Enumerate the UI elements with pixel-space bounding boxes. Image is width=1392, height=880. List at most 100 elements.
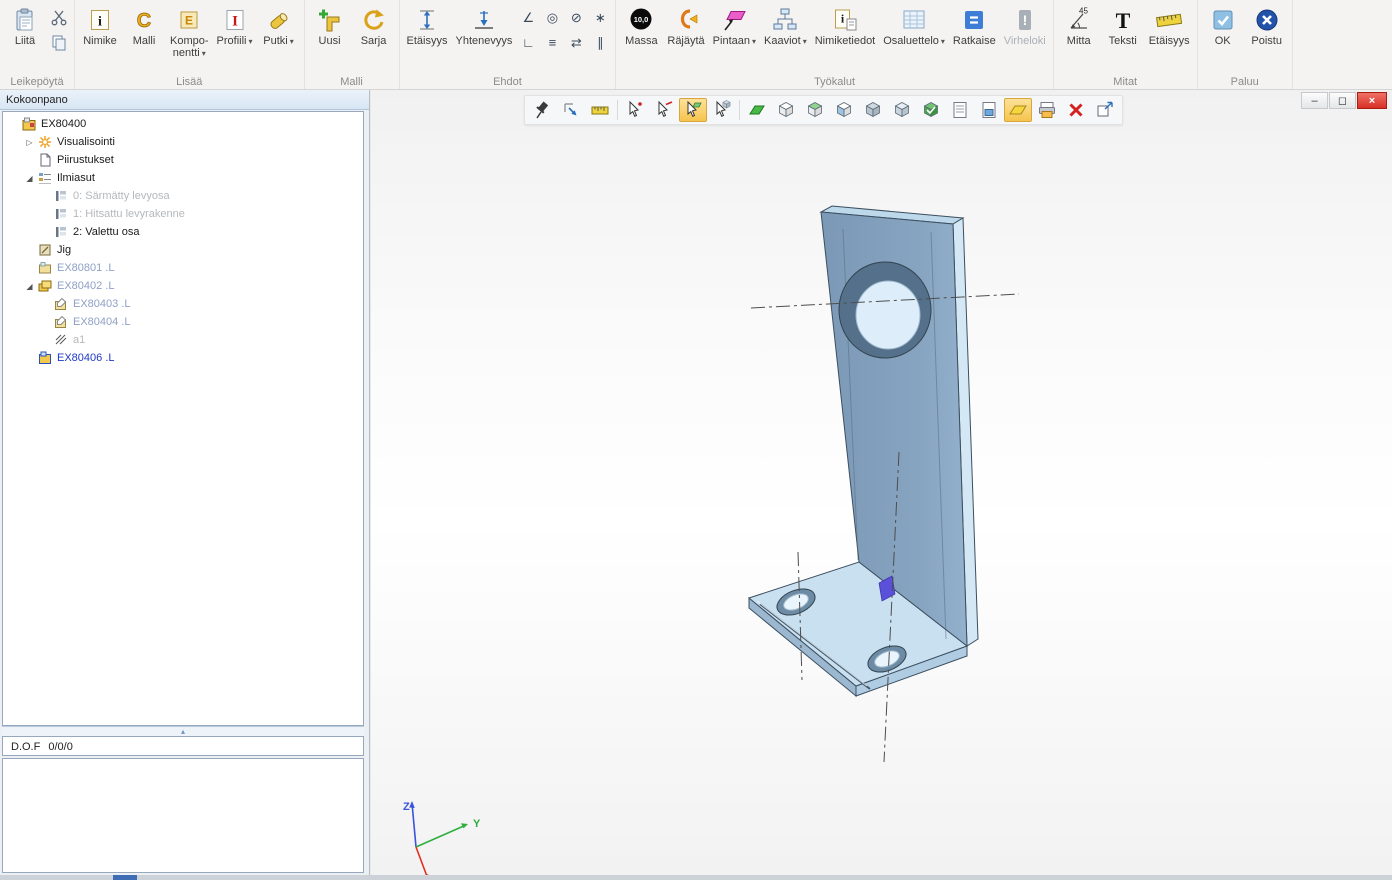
close-icon: × — [1369, 95, 1375, 107]
komponentti-button[interactable]: EKompo-nentti▾ — [166, 4, 213, 62]
show-shaded-button[interactable] — [830, 98, 858, 122]
virheloki-button[interactable]: !Virheloki — [1000, 4, 1050, 49]
mitta-button[interactable]: 45Mitta — [1057, 4, 1101, 49]
tree-item-label: 2: Valettu osa — [73, 226, 139, 238]
show-hidden-lines-button[interactable] — [801, 98, 829, 122]
tangent-constraint-button[interactable]: ⊘ — [565, 6, 587, 28]
nimike-button[interactable]: iNimike — [78, 4, 122, 49]
show-shaded-edges-button[interactable] — [859, 98, 887, 122]
tree-item-a1[interactable]: a1 — [3, 331, 363, 349]
ribbon-group-ehdot: EtäisyysYhtenevyys∠∟◎≡⊘⇄∗∥Ehdot — [400, 0, 617, 89]
svg-text:i: i — [98, 14, 102, 29]
drawing-list-button[interactable] — [946, 98, 974, 122]
tree-item-0-sarmatty-levyosa[interactable]: 0: Särmätty levyosa — [3, 187, 363, 205]
etaisyys-mitta-button[interactable]: Etäisyys — [1145, 4, 1194, 49]
clear-selection-button[interactable] — [1062, 98, 1090, 122]
tree-item-jig[interactable]: Jig — [3, 241, 363, 259]
drawing-export-button[interactable] — [975, 98, 1003, 122]
yhtenevyys-button[interactable]: Yhtenevyys — [452, 4, 517, 49]
pin-button[interactable] — [528, 98, 556, 122]
select-edge-button[interactable] — [650, 98, 678, 122]
putki-button[interactable]: Putki▾ — [257, 4, 301, 50]
error-log-icon: ! — [1012, 6, 1038, 33]
zoom-to-selection-button[interactable] — [557, 98, 585, 122]
expander-collapsed-icon[interactable]: ▷ — [23, 138, 36, 147]
viewport[interactable]: – ◻ × — [371, 90, 1392, 875]
sarja-button[interactable]: Sarja — [352, 4, 396, 49]
etaisyys-ehto-button[interactable]: Etäisyys — [403, 4, 452, 49]
print-preview-button[interactable] — [1033, 98, 1061, 122]
dropdown-arrow-icon: ▾ — [249, 37, 253, 46]
concentric-constraint-button[interactable]: ◎ — [541, 6, 563, 28]
close-button[interactable]: × — [1357, 92, 1387, 109]
tree-item-ex80406-l[interactable]: EX80406 .L — [3, 349, 363, 367]
measure-distance-button[interactable] — [586, 98, 614, 122]
pintaan-button[interactable]: Pintaan▾ — [709, 4, 760, 50]
osaluettelo-button[interactable]: Osaluettelo▾ — [879, 4, 949, 50]
show-wireframe-button[interactable] — [772, 98, 800, 122]
tree-item-ex80403-l[interactable]: EX80403 .L — [3, 295, 363, 313]
expander-expanded-icon[interactable]: ◢ — [23, 174, 36, 183]
tree-item-ex80801-l[interactable]: EX80801 .L — [3, 259, 363, 277]
ratkaise-button[interactable]: Ratkaise — [949, 4, 1000, 49]
check-model-button[interactable] — [917, 98, 945, 122]
select-point-button[interactable] — [621, 98, 649, 122]
distance-constraint-icon — [414, 6, 440, 33]
ribbon-group-lisaa: iNimikeCMalliEKompo-nentti▾IProfiili▾Put… — [75, 0, 305, 89]
panel-title: Kokoonpano — [0, 90, 369, 110]
copy-button[interactable] — [48, 31, 70, 53]
tree-item-label: Ilmiasut — [57, 172, 95, 184]
perpendicular-constraint-button[interactable]: ∟ — [517, 31, 539, 53]
tree-item-1-hitsattu-levyrakenne[interactable]: 1: Hitsattu levyrakenne — [3, 205, 363, 223]
kaaviot-button[interactable]: Kaaviot▾ — [760, 4, 811, 50]
mass-icon: 10,0 — [628, 6, 654, 33]
parallel-constraint-button[interactable]: ≡ — [541, 31, 563, 53]
select-solid-button[interactable] — [708, 98, 736, 122]
tree-item-piirustukset[interactable]: Piirustukset — [3, 151, 363, 169]
massa-button[interactable]: 10,0Massa — [619, 4, 663, 49]
tree-item-ex80402-l[interactable]: ◢EX80402 .L — [3, 277, 363, 295]
maximize-button[interactable]: ◻ — [1329, 92, 1356, 109]
cut-button[interactable] — [48, 6, 70, 28]
ribbon-group-label: Työkalut — [616, 76, 1052, 88]
paste-button[interactable]: Liitä — [3, 4, 47, 49]
paste-icon — [12, 6, 38, 33]
ok-button[interactable]: OK — [1201, 4, 1245, 49]
symmetry-constraint-button[interactable]: ∗ — [589, 6, 611, 28]
select-face-button[interactable] — [679, 98, 707, 122]
tree-item-ex80400[interactable]: EX80400 — [3, 115, 363, 133]
direction-constraint-button[interactable]: ⇄ — [565, 31, 587, 53]
tree-item-2-valettu-osa[interactable]: 2: Valettu osa — [3, 223, 363, 241]
dropdown-arrow-icon: ▾ — [752, 37, 756, 46]
tree-item-ex80404-l[interactable]: EX80404 .L — [3, 313, 363, 331]
panel-splitter[interactable]: ▴ — [2, 726, 364, 736]
maximize-icon: ◻ — [1338, 94, 1347, 107]
highlight-faces-button[interactable] — [743, 98, 771, 122]
malli-button[interactable]: CMalli — [122, 4, 166, 49]
nimiketiedot-button[interactable]: iNimiketiedot — [811, 4, 880, 49]
export-view-button[interactable] — [1091, 98, 1119, 122]
show-solid-button[interactable] — [888, 98, 916, 122]
expander-expanded-icon[interactable]: ◢ — [23, 282, 36, 291]
align-constraint-button[interactable]: ∥ — [589, 31, 611, 53]
ribbon: LiitäLeikepöytäiNimikeCMalliEKompo-nentt… — [0, 0, 1392, 90]
ribbon-group-label: Paluu — [1198, 76, 1292, 88]
profiili-button[interactable]: IProfiili▾ — [213, 4, 257, 50]
tree-item-ilmiasut[interactable]: ◢ Ilmiasut — [3, 169, 363, 187]
angle-constraint-button[interactable]: ∠ — [517, 6, 539, 28]
workplane-button[interactable] — [1004, 98, 1032, 122]
tree-item-visualisointi[interactable]: ▷Visualisointi — [3, 133, 363, 151]
teksti-button[interactable]: TTeksti — [1101, 4, 1145, 49]
ribbon-group-leikepoyta: LiitäLeikepöytä — [0, 0, 75, 89]
part-ref-icon — [36, 261, 53, 275]
uusi-button[interactable]: Uusi — [308, 4, 352, 49]
tree-item-label: EX80801 .L — [57, 262, 115, 274]
series-icon — [361, 6, 387, 33]
ribbon-group-malli: UusiSarjaMalli — [305, 0, 400, 89]
rajayta-button[interactable]: Räjäytä — [663, 4, 708, 49]
minimize-button[interactable]: – — [1301, 92, 1328, 109]
poistu-button[interactable]: Poistu — [1245, 4, 1289, 49]
dropdown-arrow-icon: ▾ — [803, 37, 807, 46]
bracket-part[interactable] — [749, 206, 978, 696]
3d-scene[interactable]: Z Y X — [371, 90, 1392, 875]
